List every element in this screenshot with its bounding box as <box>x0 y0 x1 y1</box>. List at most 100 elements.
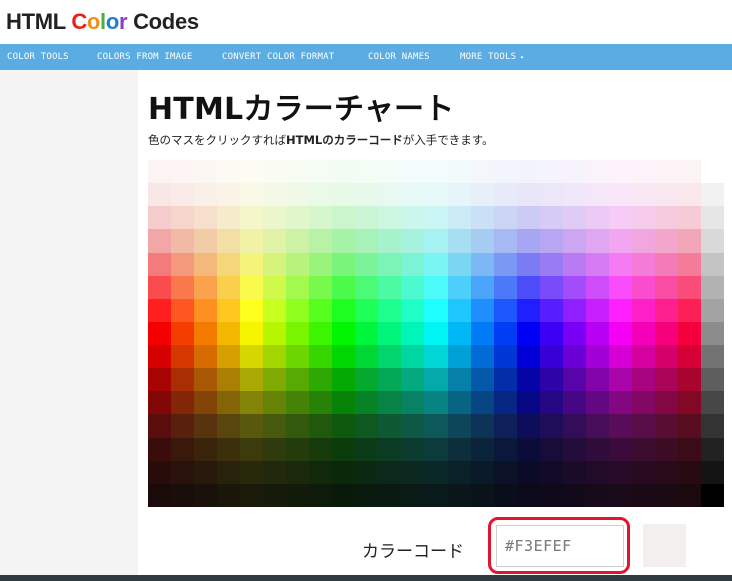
color-swatch[interactable] <box>448 345 471 368</box>
color-swatch[interactable] <box>263 276 286 299</box>
color-swatch[interactable] <box>563 229 586 253</box>
color-swatch[interactable] <box>378 391 401 414</box>
color-swatch[interactable] <box>355 229 378 253</box>
color-swatch[interactable] <box>655 322 678 345</box>
color-swatch[interactable] <box>586 276 609 299</box>
color-swatch[interactable] <box>401 414 424 438</box>
color-swatch[interactable] <box>286 484 309 507</box>
color-swatch[interactable] <box>655 414 678 438</box>
color-swatch[interactable] <box>678 160 701 183</box>
color-swatch[interactable] <box>148 183 171 206</box>
color-swatch[interactable] <box>286 322 309 345</box>
color-swatch[interactable] <box>517 484 540 507</box>
color-swatch[interactable] <box>171 484 194 507</box>
color-swatch[interactable] <box>655 484 678 507</box>
color-swatch[interactable] <box>240 414 263 438</box>
color-swatch[interactable] <box>448 183 471 206</box>
color-swatch[interactable] <box>378 461 401 484</box>
color-swatch[interactable] <box>517 160 540 183</box>
color-swatch[interactable] <box>632 229 655 253</box>
color-swatch[interactable] <box>194 276 217 299</box>
color-swatch[interactable] <box>355 322 378 345</box>
color-swatch[interactable] <box>586 391 609 414</box>
color-swatch[interactable] <box>517 322 540 345</box>
color-swatch[interactable] <box>632 206 655 229</box>
color-swatch[interactable] <box>217 276 240 299</box>
color-swatch[interactable] <box>563 299 586 322</box>
color-swatch[interactable] <box>448 160 471 183</box>
color-swatch[interactable] <box>332 484 355 507</box>
color-swatch[interactable] <box>678 345 701 368</box>
color-swatch[interactable] <box>286 183 309 206</box>
color-swatch[interactable] <box>494 461 517 484</box>
color-swatch[interactable] <box>701 322 724 345</box>
color-swatch[interactable] <box>401 183 424 206</box>
color-swatch[interactable] <box>471 276 494 299</box>
color-swatch[interactable] <box>586 253 609 276</box>
color-swatch[interactable] <box>563 183 586 206</box>
color-swatch[interactable] <box>494 414 517 438</box>
color-swatch[interactable] <box>586 414 609 438</box>
color-swatch[interactable] <box>286 414 309 438</box>
color-swatch[interactable] <box>632 484 655 507</box>
color-swatch[interactable] <box>194 368 217 391</box>
color-swatch[interactable] <box>171 391 194 414</box>
color-swatch[interactable] <box>355 414 378 438</box>
color-swatch[interactable] <box>471 206 494 229</box>
color-swatch[interactable] <box>701 461 724 484</box>
color-swatch[interactable] <box>517 253 540 276</box>
color-swatch[interactable] <box>378 253 401 276</box>
color-swatch[interactable] <box>355 253 378 276</box>
color-swatch[interactable] <box>263 484 286 507</box>
color-swatch[interactable] <box>263 299 286 322</box>
color-swatch[interactable] <box>540 345 563 368</box>
color-swatch[interactable] <box>148 253 171 276</box>
color-swatch[interactable] <box>263 345 286 368</box>
color-swatch[interactable] <box>471 484 494 507</box>
color-swatch[interactable] <box>217 160 240 183</box>
color-swatch[interactable] <box>263 368 286 391</box>
color-swatch[interactable] <box>471 368 494 391</box>
color-swatch[interactable] <box>263 391 286 414</box>
color-swatch[interactable] <box>286 276 309 299</box>
color-swatch[interactable] <box>171 229 194 253</box>
color-swatch[interactable] <box>194 391 217 414</box>
color-swatch[interactable] <box>609 322 632 345</box>
color-swatch[interactable] <box>678 391 701 414</box>
color-swatch[interactable] <box>309 276 332 299</box>
color-swatch[interactable] <box>240 391 263 414</box>
color-swatch[interactable] <box>194 461 217 484</box>
color-swatch[interactable] <box>586 206 609 229</box>
color-swatch[interactable] <box>286 345 309 368</box>
color-swatch[interactable] <box>586 299 609 322</box>
color-swatch[interactable] <box>309 461 332 484</box>
color-swatch[interactable] <box>448 484 471 507</box>
color-swatch[interactable] <box>609 276 632 299</box>
color-swatch[interactable] <box>148 414 171 438</box>
color-swatch[interactable] <box>701 229 724 253</box>
color-swatch[interactable] <box>701 276 724 299</box>
color-swatch[interactable] <box>240 160 263 183</box>
color-swatch[interactable] <box>171 160 194 183</box>
color-swatch[interactable] <box>309 391 332 414</box>
color-swatch[interactable] <box>517 345 540 368</box>
color-swatch[interactable] <box>563 160 586 183</box>
color-swatch[interactable] <box>678 229 701 253</box>
color-swatch[interactable] <box>378 345 401 368</box>
color-swatch[interactable] <box>378 206 401 229</box>
color-swatch[interactable] <box>171 206 194 229</box>
color-swatch[interactable] <box>217 414 240 438</box>
color-swatch[interactable] <box>286 160 309 183</box>
color-swatch[interactable] <box>286 206 309 229</box>
color-swatch[interactable] <box>448 322 471 345</box>
color-swatch[interactable] <box>194 229 217 253</box>
color-swatch[interactable] <box>194 253 217 276</box>
color-swatch[interactable] <box>701 206 724 229</box>
color-swatch[interactable] <box>678 368 701 391</box>
color-swatch[interactable] <box>494 368 517 391</box>
color-swatch[interactable] <box>217 461 240 484</box>
color-swatch[interactable] <box>309 160 332 183</box>
color-swatch[interactable] <box>424 183 448 206</box>
color-swatch[interactable] <box>517 206 540 229</box>
color-swatch[interactable] <box>263 414 286 438</box>
